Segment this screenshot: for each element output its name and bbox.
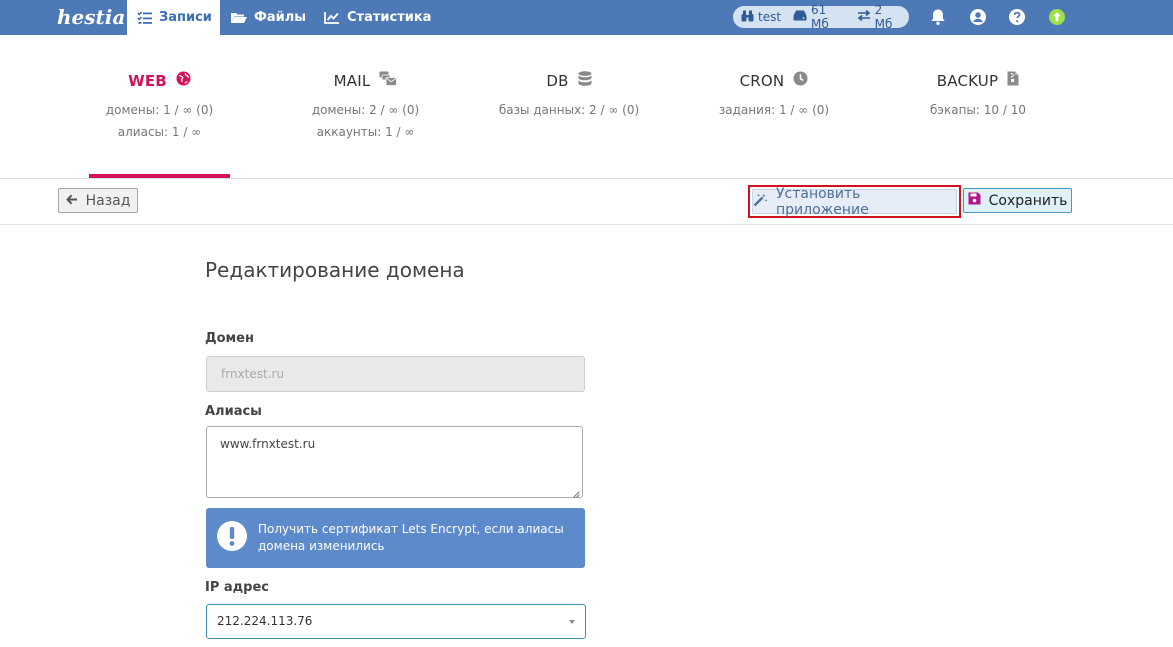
tab-web-stat-aliases: алиасы: 1 / ∞: [117, 125, 202, 139]
clock-icon: [793, 71, 808, 90]
exclamation-circle-icon: [216, 520, 248, 557]
tab-backup-label: BACKUP: [936, 71, 999, 90]
domain-field: frnxtest.ru: [206, 356, 585, 392]
arrow-left-icon: [65, 193, 78, 209]
save-button-label: Сохранить: [988, 192, 1068, 209]
bandwidth-segment: 2 Мб: [857, 3, 901, 31]
floppy-disk-icon: [968, 192, 981, 209]
ip-address-value: 212.224.113.76: [217, 614, 313, 628]
tab-backup-title: BACKUP: [906, 71, 1050, 90]
hestia-logo[interactable]: hestia: [57, 4, 125, 31]
ip-address-label: IP адрес: [205, 580, 269, 595]
tab-cron-label: CRON: [739, 71, 785, 90]
nav-files-label: Файлы: [254, 10, 307, 25]
username: test: [758, 10, 782, 24]
tab-backup[interactable]: BACKUP бэкапы: 10 / 10: [906, 35, 1050, 178]
tab-web[interactable]: WEB домены: 1 / ∞ (0) алиасы: 1 / ∞: [89, 35, 230, 178]
chart-line-icon: [324, 11, 340, 24]
aliases-textarea[interactable]: www.frnxtest.ru: [206, 426, 583, 498]
save-button[interactable]: Сохранить: [963, 188, 1072, 213]
chevron-down-icon: [569, 620, 575, 624]
tab-web-stat-domains: домены: 1 / ∞ (0): [105, 103, 214, 117]
nav-stats[interactable]: Статистика: [314, 0, 441, 35]
hdd-icon: [793, 10, 807, 24]
resize-grip-icon[interactable]: [572, 487, 580, 498]
nav-stats-label: Статистика: [347, 10, 432, 25]
tab-db-title: DB: [494, 71, 644, 91]
mail-bulk-icon: [379, 71, 398, 90]
tab-cron-title: CRON: [702, 71, 846, 90]
nav-records-label: Записи: [159, 10, 212, 25]
tab-db[interactable]: DB базы данных: 2 / ∞ (0): [494, 35, 644, 178]
install-app-button[interactable]: Установить приложение: [752, 186, 957, 218]
bell-icon[interactable]: [929, 8, 947, 26]
user-circle-icon[interactable]: [969, 8, 987, 26]
bandwidth-usage: 2 Мб: [874, 3, 893, 31]
tab-cron[interactable]: CRON задания: 1 / ∞ (0): [702, 35, 846, 178]
aliases-label: Алиасы: [205, 404, 262, 419]
aliases-value: www.frnxtest.ru: [220, 437, 316, 451]
user-segment: test: [741, 10, 781, 25]
active-tab-indicator: [89, 174, 230, 178]
update-arrow-icon[interactable]: [1048, 8, 1066, 26]
service-tabs: WEB домены: 1 / ∞ (0) алиасы: 1 / ∞ MAIL…: [0, 35, 1173, 179]
notice-text: Получить сертификат Lets Encrypt, если а…: [258, 522, 564, 553]
tab-web-label: WEB: [128, 71, 167, 90]
file-archive-icon: [1007, 71, 1019, 90]
tab-mail-stat-accounts: аккаунты: 1 / ∞: [316, 125, 415, 139]
back-button[interactable]: Назад: [58, 188, 138, 213]
disk-usage: 61 Мб: [811, 3, 829, 31]
binoculars-icon: [741, 10, 754, 25]
ip-address-select[interactable]: 212.224.113.76: [206, 604, 586, 639]
tab-mail[interactable]: MAIL домены: 2 / ∞ (0) аккаунты: 1 / ∞: [295, 35, 436, 178]
back-button-label: Назад: [85, 192, 131, 209]
domain-label: Домен: [205, 331, 254, 346]
tab-web-title: WEB: [89, 71, 230, 90]
globe-icon: [176, 71, 191, 90]
tab-mail-stat-domains: домены: 2 / ∞ (0): [311, 103, 420, 117]
page-title: Редактирование домена: [205, 258, 465, 282]
folder-open-icon: [230, 11, 247, 24]
database-icon: [578, 71, 592, 91]
letsencrypt-notice: Получить сертификат Lets Encrypt, если а…: [206, 508, 585, 568]
tab-cron-stat-jobs: задания: 1 / ∞ (0): [718, 103, 830, 117]
list-check-icon: [137, 11, 152, 24]
exchange-icon: [857, 9, 871, 24]
magic-wand-icon: [753, 193, 768, 211]
help-icon[interactable]: [1008, 8, 1026, 26]
disk-segment: 61 Мб: [793, 3, 845, 31]
tab-db-stat-databases: базы данных: 2 / ∞ (0): [498, 103, 640, 117]
install-app-label: Установить приложение: [776, 185, 869, 218]
tab-backup-stat-backups: бэкапы: 10 / 10: [930, 103, 1026, 117]
tab-mail-label: MAIL: [333, 71, 371, 90]
action-toolbar: Назад Установить приложение Сохранить: [0, 179, 1173, 225]
top-navbar: hestia Записи Файлы Статистика test 61 М…: [0, 0, 1173, 35]
user-info-pill[interactable]: test 61 Мб 2 Мб: [733, 3, 909, 31]
tab-mail-title: MAIL: [295, 71, 436, 90]
nav-records[interactable]: Записи: [127, 0, 220, 35]
nav-files[interactable]: Файлы: [220, 0, 316, 35]
tab-db-label: DB: [546, 72, 569, 90]
